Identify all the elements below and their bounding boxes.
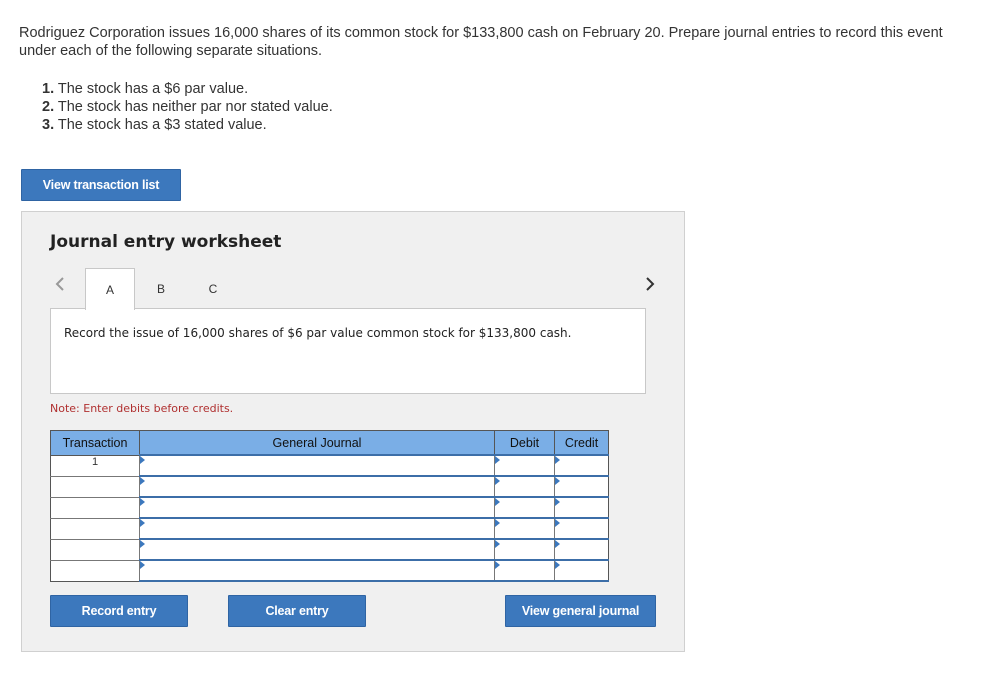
column-header-credit: Credit bbox=[554, 430, 609, 456]
worksheet-title: Journal entry worksheet bbox=[50, 232, 282, 252]
debit-input[interactable] bbox=[494, 496, 555, 519]
transaction-cell bbox=[50, 475, 140, 498]
dropdown-indicator-icon bbox=[140, 456, 145, 464]
account-input[interactable] bbox=[139, 454, 495, 477]
input-indicator-icon bbox=[495, 561, 500, 569]
requirement-item: 2. The stock has neither par nor stated … bbox=[42, 99, 333, 115]
input-indicator-icon bbox=[555, 519, 560, 527]
credit-input[interactable] bbox=[554, 475, 609, 498]
account-input[interactable] bbox=[139, 475, 495, 498]
input-indicator-icon bbox=[495, 477, 500, 485]
requirement-item: 3. The stock has a $3 stated value. bbox=[42, 117, 267, 133]
requirement-item: 1. The stock has a $6 par value. bbox=[42, 81, 249, 97]
input-indicator-icon bbox=[555, 540, 560, 548]
credit-input[interactable] bbox=[554, 454, 609, 477]
dropdown-indicator-icon bbox=[140, 561, 145, 569]
tab-b[interactable]: B bbox=[150, 268, 172, 309]
dropdown-indicator-icon bbox=[140, 477, 145, 485]
credit-input[interactable] bbox=[554, 517, 609, 540]
account-input[interactable] bbox=[139, 538, 495, 561]
debit-input[interactable] bbox=[494, 454, 555, 477]
clear-entry-button[interactable]: Clear entry bbox=[228, 595, 366, 627]
entry-instruction: Record the issue of 16,000 shares of $6 … bbox=[50, 308, 646, 394]
input-indicator-icon bbox=[555, 456, 560, 464]
table-row bbox=[50, 559, 609, 582]
input-indicator-icon bbox=[495, 498, 500, 506]
table-row: 1 bbox=[50, 454, 609, 477]
debit-input[interactable] bbox=[494, 559, 555, 582]
dropdown-indicator-icon bbox=[140, 498, 145, 506]
journal-entry-worksheet-panel: Journal entry worksheet A B C Record the… bbox=[21, 211, 685, 652]
view-general-journal-button[interactable]: View general journal bbox=[505, 595, 656, 627]
transaction-cell bbox=[50, 538, 140, 561]
input-indicator-icon bbox=[495, 456, 500, 464]
tab-c[interactable]: C bbox=[202, 268, 224, 309]
dropdown-indicator-icon bbox=[140, 519, 145, 527]
account-input[interactable] bbox=[139, 517, 495, 540]
table-row bbox=[50, 496, 609, 519]
account-input[interactable] bbox=[139, 496, 495, 519]
debit-input[interactable] bbox=[494, 538, 555, 561]
tab-a[interactable]: A bbox=[85, 268, 135, 310]
problem-statement: Rodriguez Corporation issues 16,000 shar… bbox=[19, 25, 943, 59]
column-header-debit: Debit bbox=[494, 430, 555, 456]
credit-input[interactable] bbox=[554, 538, 609, 561]
debit-input[interactable] bbox=[494, 517, 555, 540]
input-indicator-icon bbox=[555, 561, 560, 569]
table-row bbox=[50, 475, 609, 498]
column-header-transaction: Transaction bbox=[50, 430, 140, 456]
view-transaction-list-button[interactable]: View transaction list bbox=[21, 169, 181, 201]
credit-input[interactable] bbox=[554, 559, 609, 582]
debit-input[interactable] bbox=[494, 475, 555, 498]
chevron-left-icon[interactable] bbox=[50, 272, 70, 296]
input-indicator-icon bbox=[555, 477, 560, 485]
input-indicator-icon bbox=[555, 498, 560, 506]
column-header-general-journal: General Journal bbox=[139, 430, 495, 456]
table-row bbox=[50, 538, 609, 561]
transaction-cell: 1 bbox=[50, 454, 140, 477]
journal-grid: Transaction General Journal Debit Credit… bbox=[50, 430, 609, 582]
dropdown-indicator-icon bbox=[140, 540, 145, 548]
chevron-right-icon[interactable] bbox=[640, 272, 660, 296]
transaction-cell bbox=[50, 496, 140, 519]
input-indicator-icon bbox=[495, 540, 500, 548]
credit-input[interactable] bbox=[554, 496, 609, 519]
table-row bbox=[50, 517, 609, 540]
transaction-cell bbox=[50, 517, 140, 540]
transaction-cell bbox=[50, 559, 140, 582]
requirements-list: 1. The stock has a $6 par value. 2. The … bbox=[42, 80, 333, 134]
account-input[interactable] bbox=[139, 559, 495, 582]
record-entry-button[interactable]: Record entry bbox=[50, 595, 188, 627]
entry-note: Note: Enter debits before credits. bbox=[50, 402, 234, 415]
input-indicator-icon bbox=[495, 519, 500, 527]
